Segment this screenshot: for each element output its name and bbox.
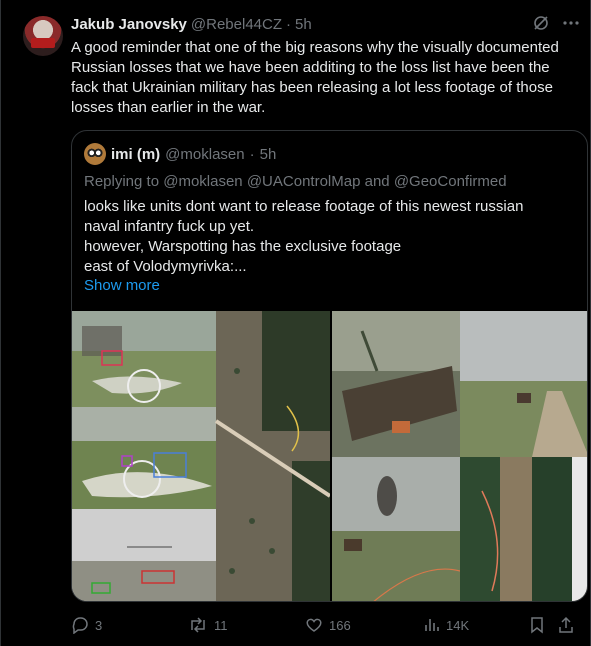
views-button[interactable]: 14K <box>422 616 529 634</box>
more-icon[interactable] <box>562 14 580 32</box>
bookmark-icon <box>529 616 545 634</box>
views-count: 14K <box>446 617 470 633</box>
quote-avatar <box>84 143 106 165</box>
views-icon <box>422 616 440 634</box>
image-1-composite <box>72 311 330 601</box>
bookmark-button[interactable] <box>529 616 557 634</box>
quote-header: imi (m) @moklasen · 5h <box>84 143 276 165</box>
replying-handle[interactable]: @UAControlMap <box>247 173 361 190</box>
tweet-time[interactable]: 5h <box>295 16 312 33</box>
tweet-container: Jakub Janovsky @Rebel44CZ · 5h A good re… <box>0 0 591 646</box>
reply-button[interactable]: 3 <box>71 616 188 634</box>
replying-handle[interactable]: @moklasen <box>163 173 242 190</box>
tweet-top-icons <box>532 14 580 32</box>
tweet-actions: 3 11 166 14K <box>71 614 586 636</box>
avatar-icon <box>31 38 55 48</box>
image-2-composite <box>332 311 587 601</box>
author-handle[interactable]: @Rebel44CZ <box>191 16 282 33</box>
quote-text-line: naval infantry fuck up yet. <box>84 218 255 235</box>
quote-text-line: however, Warspotting has the exclusive f… <box>84 238 402 255</box>
quote-text-line: east of Volodymyrivka:... <box>84 258 247 275</box>
replying-prefix: Replying to <box>84 173 160 190</box>
grok-icon[interactable] <box>532 14 550 32</box>
repost-icon <box>188 616 208 634</box>
quoted-tweet[interactable]: imi (m) @moklasen · 5h Replying to @mokl… <box>71 130 588 602</box>
like-icon <box>305 616 323 634</box>
show-more-link[interactable]: Show more <box>84 277 160 294</box>
replying-handle[interactable]: @GeoConfirmed <box>394 173 507 190</box>
like-button[interactable]: 166 <box>305 616 422 634</box>
quote-author-name: imi (m) <box>111 145 161 163</box>
tweet-text: A good reminder that one of the big reas… <box>71 39 559 116</box>
media-image-2[interactable] <box>332 311 587 601</box>
like-count: 166 <box>329 617 351 633</box>
author-avatar[interactable] <box>23 16 63 56</box>
header-separator: · <box>286 16 292 33</box>
quote-author-handle: @moklasen <box>165 145 245 163</box>
author-name[interactable]: Jakub Janovsky <box>71 16 187 33</box>
share-button[interactable] <box>557 616 577 634</box>
quote-time: 5h <box>259 145 277 163</box>
tweet-header: Jakub Janovsky @Rebel44CZ · 5h <box>71 16 312 33</box>
reply-icon <box>71 616 89 634</box>
share-icon <box>557 616 575 634</box>
reply-count: 3 <box>95 617 103 633</box>
replying-conjunction: and <box>364 173 390 190</box>
quote-text: looks like units dont want to release fo… <box>84 197 574 277</box>
media-image-1[interactable] <box>72 311 330 601</box>
repost-button[interactable]: 11 <box>188 616 305 634</box>
replying-to: Replying to @moklasen @UAControlMap and … <box>84 173 507 190</box>
quote-text-line: looks like units dont want to release fo… <box>84 198 524 215</box>
quote-media <box>72 311 587 601</box>
quote-separator: · <box>249 145 255 163</box>
repost-count: 11 <box>214 617 228 633</box>
